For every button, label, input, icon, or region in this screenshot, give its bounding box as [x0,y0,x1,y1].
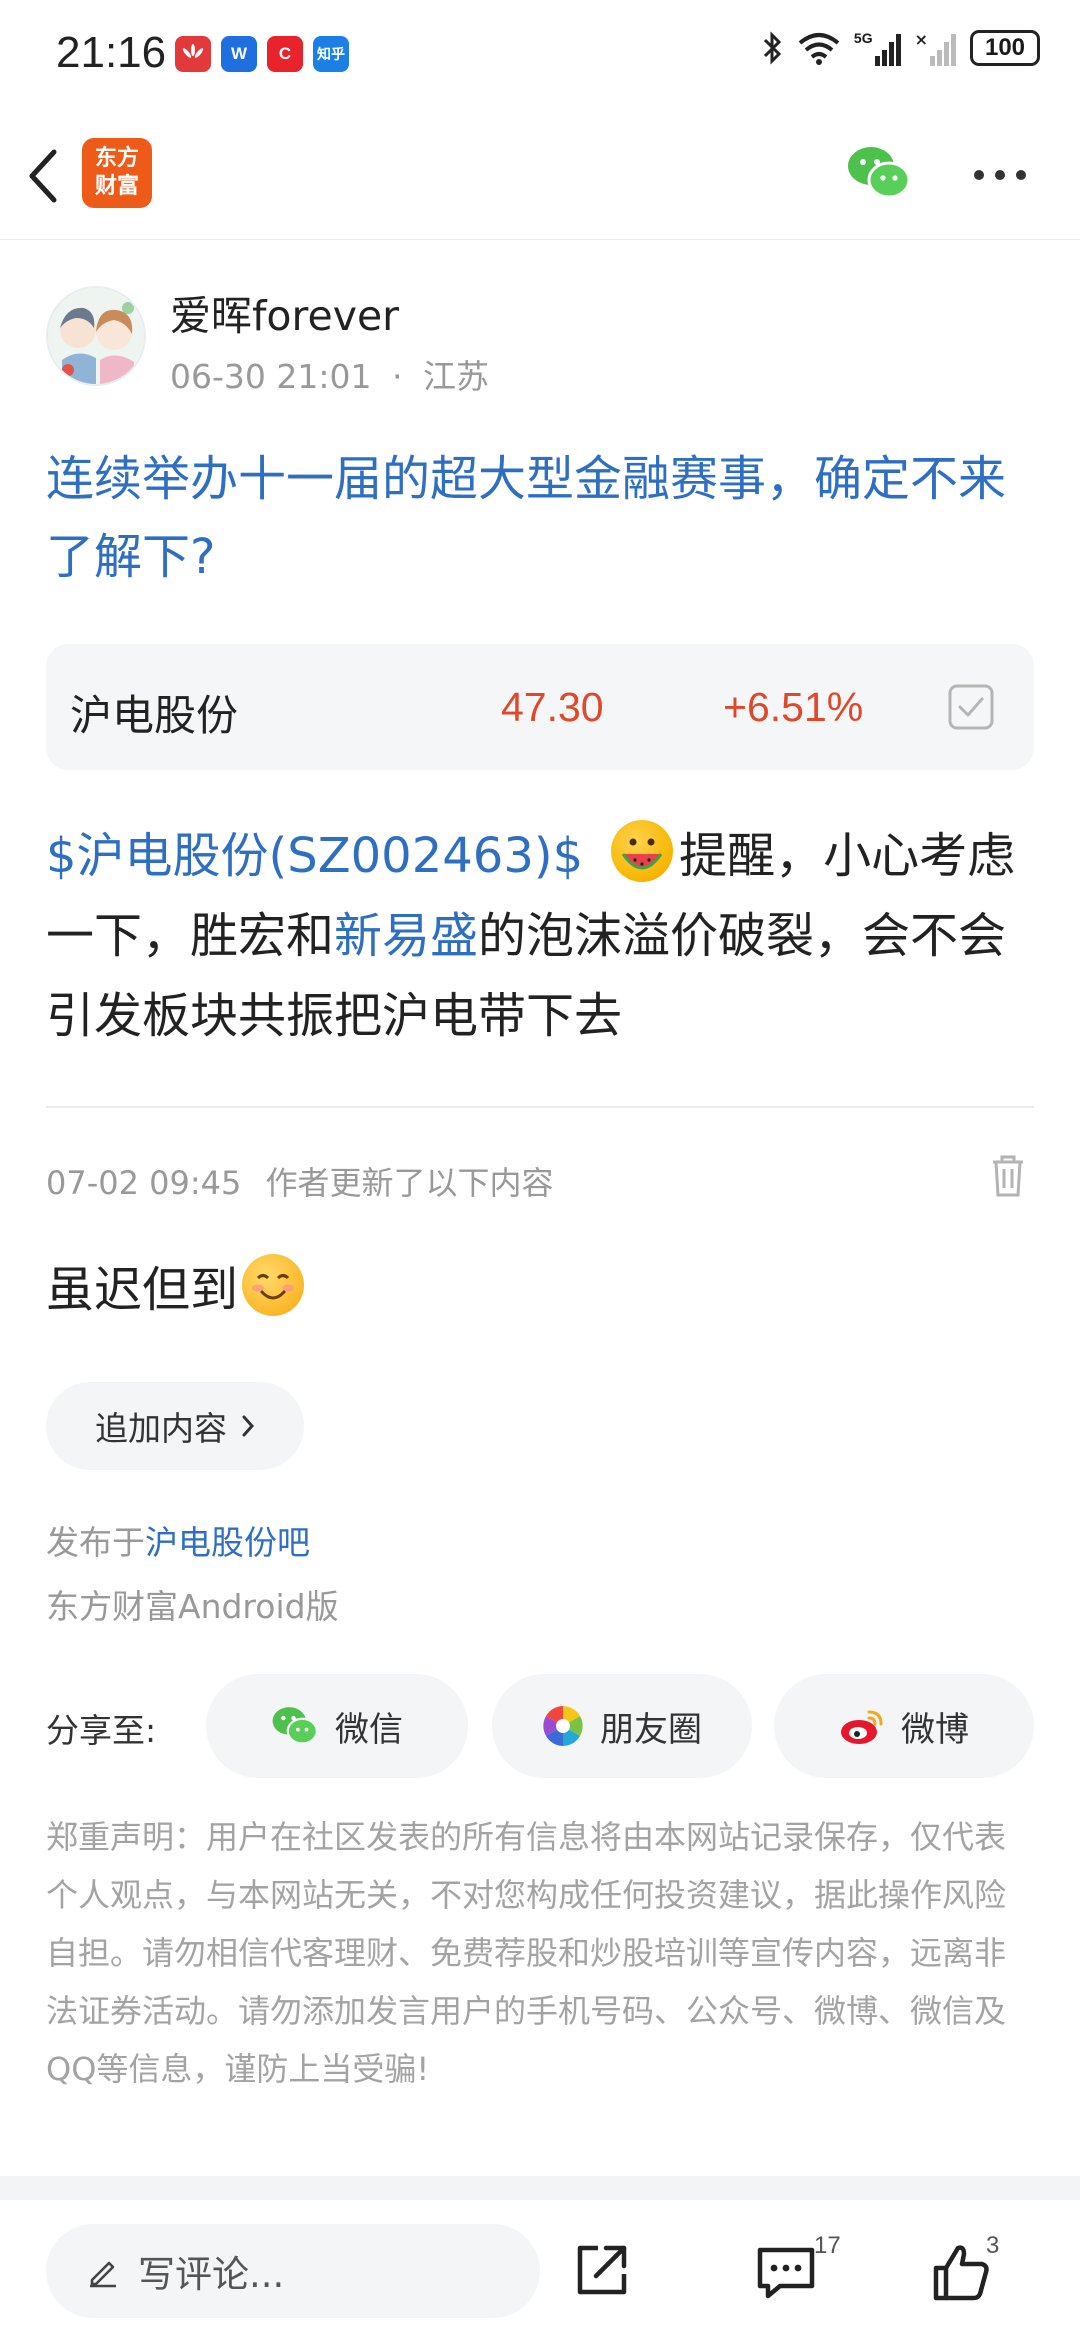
watchlist-check-icon[interactable] [948,684,994,730]
status-bar: 21:16 W C 知乎 5G × 100 [0,0,1080,108]
post-date: 06-30 21:01 [170,357,372,396]
weibo-icon [841,1710,883,1744]
signal-nosim-icon: × [915,30,956,66]
meta-separator: · [391,357,403,396]
bottom-action-bar: 写评论... 17 3 [0,2200,1080,2340]
chevron-right-icon [242,1415,255,1437]
pencil-icon [90,2261,116,2288]
notification-icons: W C 知乎 [175,36,349,72]
top-nav: 东方 财富 [0,108,1080,240]
stock-link[interactable]: $沪电股份(SZ002463)$ [46,828,583,884]
comment-icon[interactable] [754,2242,818,2302]
share-label: 分享至: [46,1711,157,1750]
battery-icon: 100 [970,30,1040,66]
like-count: 3 [986,2232,1000,2259]
post-meta: 06-30 21:01 · 江苏 [170,350,489,398]
trash-icon[interactable] [990,1154,1026,1198]
author-name[interactable]: 爱晖forever [170,282,399,342]
stock-price: 47.30 [501,684,604,730]
section-separator [0,2176,1080,2200]
stock-link-xinyisheng[interactable]: 新易盛 [334,908,478,964]
smile-emoji-icon [242,1254,305,1316]
bluetooth-icon [763,31,782,65]
wifi-icon [798,33,840,65]
stock-quote-card[interactable]: 沪电股份 47.30 +6.51% [46,644,1034,770]
avatar[interactable] [46,286,146,386]
back-icon[interactable] [24,146,64,206]
update-text: 虽迟但到 [46,1250,310,1320]
comment-input[interactable]: 写评论... [46,2224,540,2318]
wechat-icon [272,1707,318,1745]
stock-change: +6.51% [723,684,864,730]
divider [46,1106,1034,1108]
status-indicators: 5G × 100 [762,30,1040,66]
eastmoney-logo[interactable]: 东方 财富 [82,138,152,208]
posted-in: 发布于沪电股份吧 [46,1523,310,1562]
post-title[interactable]: 连续举办十一届的超大型金融赛事，确定不来了解下? [46,440,1036,596]
watermelon-emoji-icon [611,820,674,882]
wechat-share-icon[interactable] [846,144,912,202]
moments-icon [543,1706,583,1746]
post-location: 江苏 [422,357,489,396]
share-weibo-button[interactable]: 微博 [774,1674,1034,1778]
share-wechat-button[interactable]: 微信 [206,1674,468,1778]
share-moments-button[interactable]: 朋友圈 [492,1674,752,1778]
huawei-app-icon [175,36,211,72]
c-app-icon: C [267,36,303,72]
share-icon[interactable] [570,2238,634,2302]
thumbs-up-icon[interactable] [930,2240,994,2304]
client-source: 东方财富Android版 [46,1587,339,1626]
status-time: 21:16 [56,28,167,77]
stock-name: 沪电股份 [70,691,239,740]
update-time: 07-02 09:45 [46,1164,242,1202]
w-app-icon: W [221,36,257,72]
post-body: $沪电股份(SZ002463)$ 提醒，小心考虑一下，胜宏和新易盛的泡沫溢价破裂，… [46,816,1036,1056]
signal-5g-icon: 5G [854,30,901,66]
comment-count: 17 [814,2232,841,2259]
zhihu-app-icon: 知乎 [313,36,349,72]
stock-bar-link[interactable]: 沪电股份吧 [145,1523,310,1562]
update-meta: 07-02 09:45 作者更新了以下内容 [46,1158,554,1204]
more-icon[interactable] [972,168,1028,182]
disclaimer: 郑重声明：用户在社区发表的所有信息将由本网站记录保存，仅代表个人观点，与本网站无… [46,1818,1007,2088]
add-content-button[interactable]: 追加内容 [46,1382,304,1470]
update-label: 作者更新了以下内容 [265,1164,554,1202]
